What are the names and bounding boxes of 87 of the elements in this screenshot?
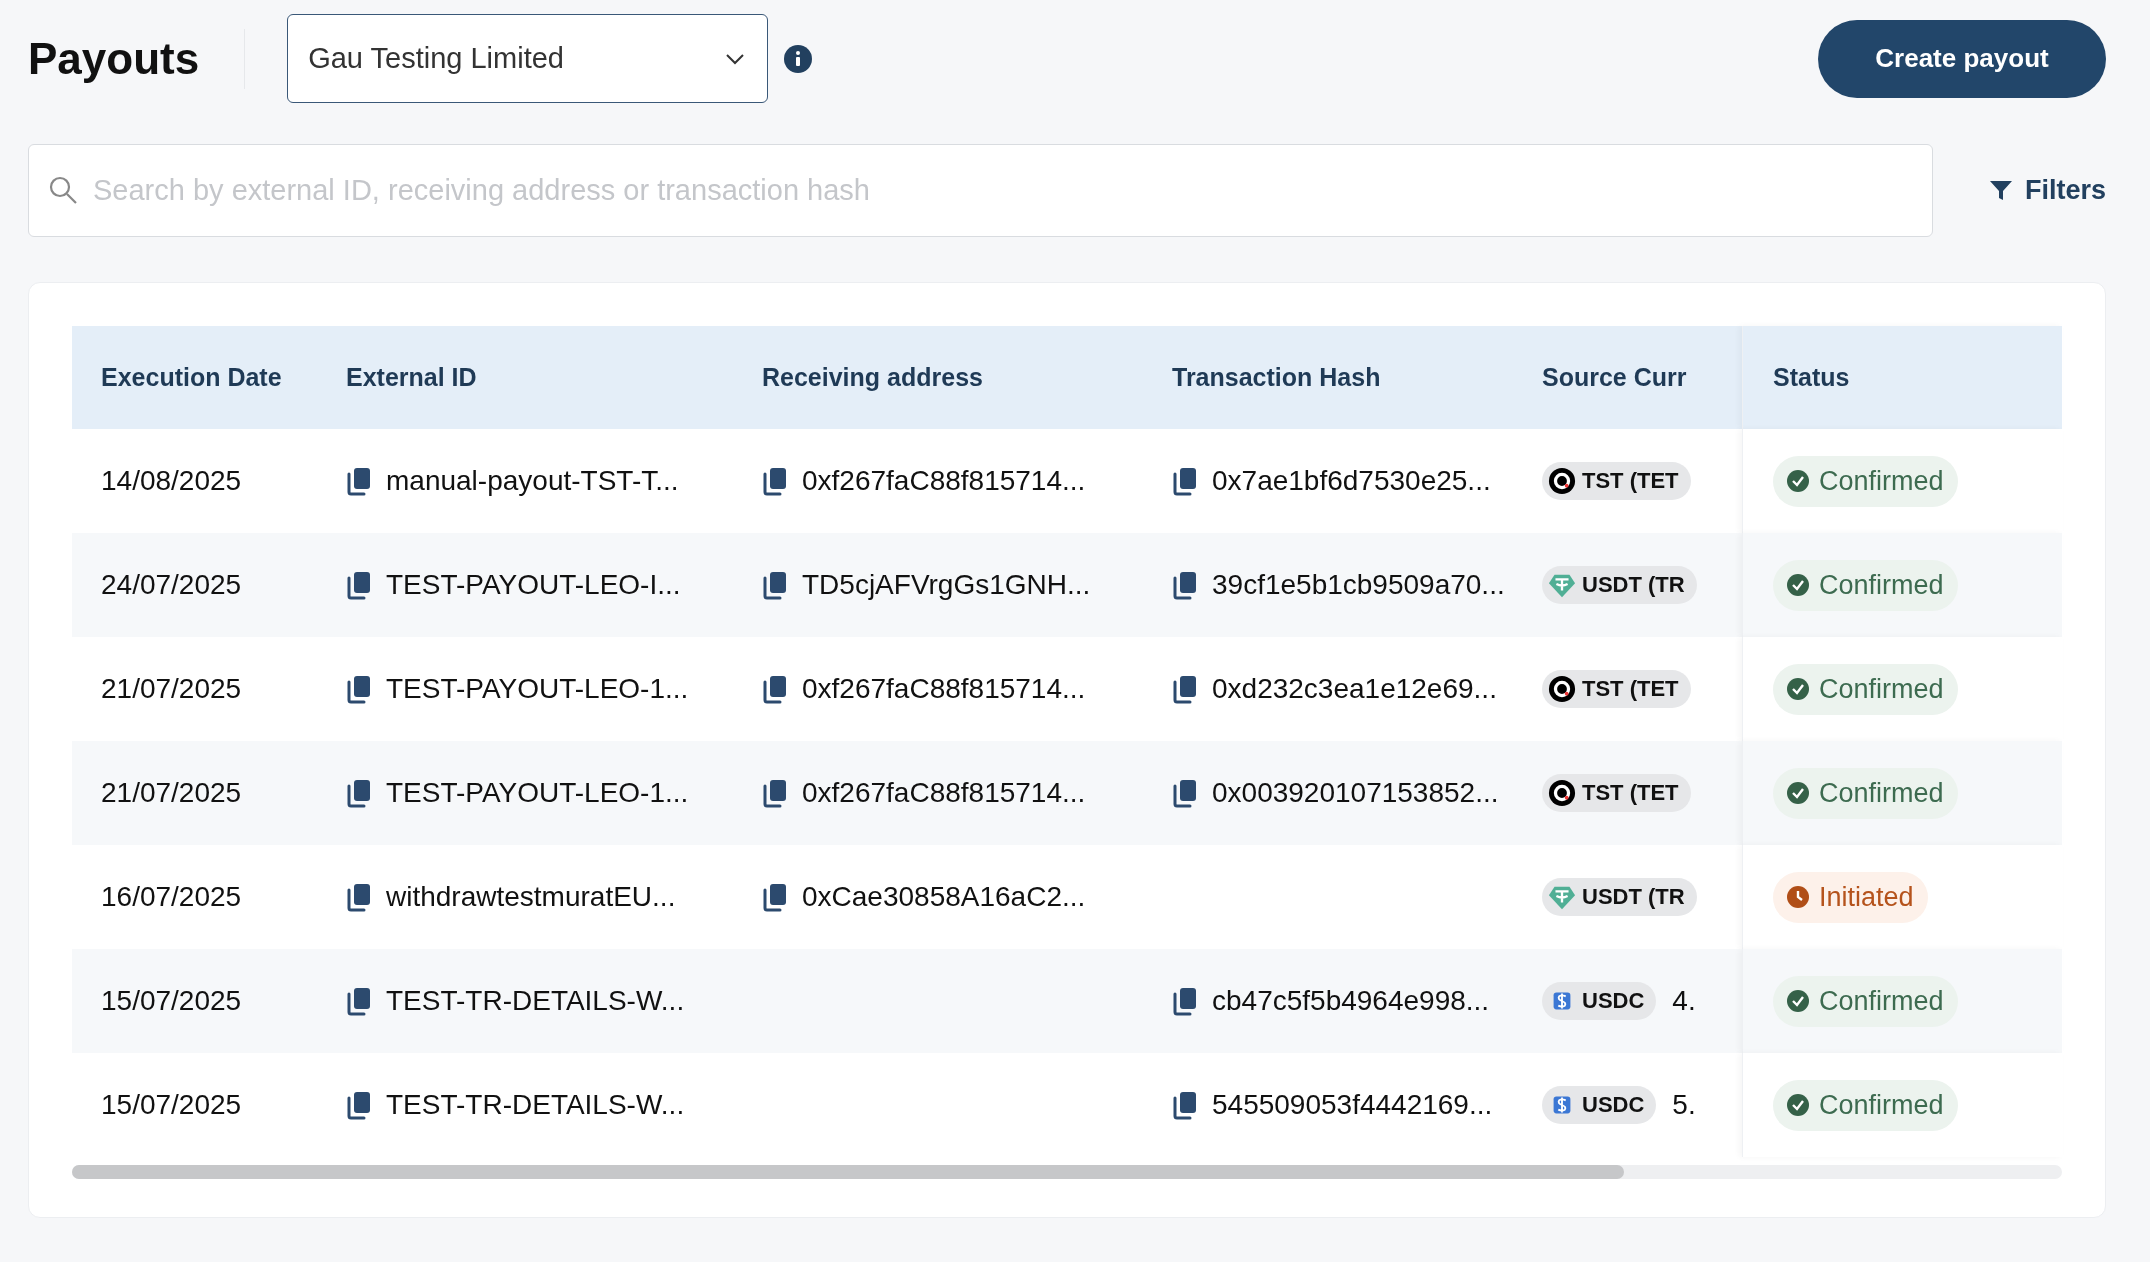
copy-icon[interactable]	[1172, 570, 1198, 600]
status-badge: Confirmed	[1773, 663, 1958, 715]
search-field[interactable]: Search by external ID, receiving address or transaction hash	[28, 144, 1933, 237]
table-cell: TEST-TR-DETAILS-W...	[386, 1089, 685, 1121]
check-circle-icon	[1787, 678, 1809, 700]
filter-icon	[1988, 179, 2013, 202]
ring-coin-icon	[1548, 467, 1576, 495]
column-header: Execution Date	[101, 363, 282, 392]
table-cell: 0x7ae1bf6d7530e25...	[1212, 465, 1491, 497]
status-badge: Initiated	[1773, 871, 1928, 923]
table-cell: TEST-TR-DETAILS-W...	[386, 985, 685, 1017]
table-cell: 39cf1e5b1cb9509a70...	[1212, 569, 1505, 601]
page-title: Payouts	[28, 33, 200, 84]
table-cell: 15/07/2025	[101, 1089, 242, 1121]
table-cell: 15/07/2025	[101, 985, 242, 1017]
table-cell: 0xf267faC88f815714...	[802, 777, 1086, 809]
table-row[interactable]: 21/07/2025 TEST-PAYOUT-LEO-1... 0xf267faC88f815714... 0x003920107153852... TST (TET Confirmed	[72, 741, 2062, 845]
amount-text: 4.	[1672, 985, 1696, 1017]
amount-text: 5.	[1672, 1089, 1696, 1121]
currency-chip: USDC	[1542, 982, 1657, 1020]
currency-chip: TST (TET	[1542, 670, 1691, 708]
copy-icon[interactable]	[1172, 674, 1198, 704]
table-cell: 545509053f4442169...	[1212, 1089, 1493, 1121]
table-cell: 0x003920107153852...	[1212, 777, 1499, 809]
table-cell: 21/07/2025	[101, 777, 242, 809]
table-cell: withdrawtestmuratEU...	[386, 881, 676, 913]
table-cell: 14/08/2025	[101, 465, 242, 497]
table-row[interactable]: 24/07/2025 TEST-PAYOUT-LEO-I... TD5cjAFVrgGs1GNH... 39cf1e5b1cb9509a70... USDT (TR Confirmed	[72, 533, 2062, 637]
copy-icon[interactable]	[346, 1090, 372, 1120]
copy-icon[interactable]	[346, 882, 372, 912]
column-header: Receiving address	[762, 363, 983, 392]
ring-coin-icon	[1548, 779, 1576, 807]
currency-chip: USDT (TR	[1542, 566, 1697, 604]
table-cell: manual-payout-TST-T...	[386, 465, 679, 497]
currency-chip: USDC	[1542, 1086, 1657, 1124]
copy-icon[interactable]	[346, 570, 372, 600]
table-cell: 0xf267faC88f815714...	[802, 673, 1086, 705]
status-badge: Confirmed	[1773, 975, 1958, 1027]
table-cell: 0xf267faC88f815714...	[802, 465, 1086, 497]
table-row[interactable]: 15/07/2025 TEST-TR-DETAILS-W... cb47c5f5b4964e998... USDC 4. Confirmed	[72, 949, 2062, 1053]
scrollbar-thumb[interactable]	[72, 1165, 1625, 1179]
copy-icon[interactable]	[762, 882, 788, 912]
check-circle-icon	[1787, 574, 1809, 596]
column-header: Source Curr	[1542, 363, 1687, 392]
copy-icon[interactable]	[762, 466, 788, 496]
table-cell: 21/07/2025	[101, 673, 242, 705]
copy-icon[interactable]	[1172, 778, 1198, 808]
column-header: External ID	[346, 363, 477, 392]
copy-icon[interactable]	[1172, 466, 1198, 496]
status-badge: Confirmed	[1773, 455, 1958, 507]
clock-icon	[1787, 886, 1809, 908]
currency-chip: USDT (TR	[1542, 878, 1697, 916]
check-circle-icon	[1787, 990, 1809, 1012]
check-circle-icon	[1787, 782, 1809, 804]
table-cell: TEST-PAYOUT-LEO-I...	[386, 569, 681, 601]
status-badge: Confirmed	[1773, 559, 1958, 611]
table-cell: TEST-PAYOUT-LEO-1...	[386, 777, 689, 809]
filters-button[interactable]: Filters	[1988, 175, 2106, 206]
chevron-down-icon	[725, 52, 746, 65]
currency-chip: TST (TET	[1542, 462, 1691, 500]
copy-icon[interactable]	[346, 778, 372, 808]
column-header: Transaction Hash	[1172, 363, 1381, 392]
currency-chip: TST (TET	[1542, 774, 1691, 812]
column-header: Status	[1773, 363, 1850, 392]
check-circle-icon	[1787, 470, 1809, 492]
table-cell: 24/07/2025	[101, 569, 242, 601]
info-icon[interactable]	[784, 44, 813, 73]
copy-icon[interactable]	[1172, 1090, 1198, 1120]
copy-icon[interactable]	[762, 570, 788, 600]
check-circle-icon	[1787, 1094, 1809, 1116]
table-cell: TD5cjAFVrgGs1GNH...	[802, 569, 1091, 601]
status-badge: Confirmed	[1773, 767, 1958, 819]
table-cell: 0xd232c3ea1e12e69...	[1212, 673, 1497, 705]
table-cell: 16/07/2025	[101, 881, 242, 913]
copy-icon[interactable]	[346, 986, 372, 1016]
copy-icon[interactable]	[346, 674, 372, 704]
copy-icon[interactable]	[1172, 986, 1198, 1016]
copy-icon[interactable]	[762, 674, 788, 704]
status-badge: Confirmed	[1773, 1079, 1958, 1131]
table-cell: 0xCae30858A16aC2...	[802, 881, 1086, 913]
create-payout-button[interactable]: Create payout	[1818, 19, 2106, 98]
table-cell: cb47c5f5b4964e998...	[1212, 985, 1490, 1017]
merchant-select[interactable]: Gau Testing Limited	[287, 14, 769, 103]
copy-icon[interactable]	[346, 466, 372, 496]
ring-coin-icon	[1548, 675, 1576, 703]
table-cell: TEST-PAYOUT-LEO-1...	[386, 673, 689, 705]
copy-icon[interactable]	[762, 778, 788, 808]
